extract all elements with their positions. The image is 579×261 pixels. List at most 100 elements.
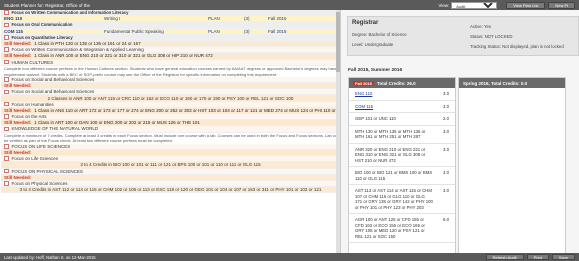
still-needed-text[interactable]: 1 Class in ART 100 or DAN 100 or ENG 200…	[34, 120, 200, 125]
course-status: PLAN	[208, 28, 220, 34]
plan-panel: Registrar Degree: Bachelor of Science Le…	[341, 10, 579, 261]
requirement-text: Focus on Social and Behavioral Sciences	[11, 89, 95, 95]
planned-course-name: GEP 101 or UNC 110	[355, 116, 396, 121]
still-needed-label: Still Needed:	[4, 174, 32, 180]
checkbox-icon	[4, 22, 9, 28]
requirement-text: Complete four different course prefixes …	[4, 65, 340, 71]
requirement-text: Focus on Written Communication and Infor…	[11, 10, 129, 16]
term-badge: Fall 2015	[353, 80, 374, 86]
course-code[interactable]: ENG 110	[4, 16, 104, 21]
requirement-heading: 3 to 4 Credits in AST 112 or 114 or 115 …	[1, 187, 340, 194]
requirement-text: Focus on the Arts	[11, 114, 47, 120]
term-title: Spring 2016, Total Credits: 0.0	[463, 80, 528, 86]
requirement-text: FOCUS ON LIFE SCIENCES	[11, 143, 71, 149]
level-text: Level: Undergraduate	[352, 42, 394, 47]
checkbox-icon	[4, 47, 9, 52]
checkbox-icon	[4, 89, 9, 95]
status-text: Status: NOT LOCKED	[470, 34, 513, 39]
course-credits: (3)	[244, 28, 250, 34]
planned-course-name: AGR 100 or ANT 125 or CFD 155 or CFD 163…	[355, 217, 425, 239]
planned-course-credits: 3.0	[443, 170, 449, 175]
new-plan-button[interactable]: New Pl	[548, 1, 575, 9]
planned-course-item[interactable]: ANR 320 or ENG 210 or ENG 221 or ENG 310…	[349, 144, 455, 167]
course-term: Fall 2015	[268, 28, 287, 34]
requirement-text: Focus on Written Communication & Integra…	[11, 47, 144, 53]
requirement-text: KNOWLEDGE OF THE NATURAL WORLD	[11, 126, 99, 132]
term-spring-2016: Spring 2016, Total Credits: 0.0	[458, 77, 566, 261]
still-needed-text[interactable]: 1 Class in ANS 110 or ART 172 or 173 or …	[34, 108, 340, 113]
registrar-info-box: Registrar Degree: Bachelor of Science Le…	[347, 16, 579, 56]
planned-course-name: MTH 130 or MTH 135 or MTH 136 or MTH 161…	[355, 128, 426, 140]
requirement-text: Focus on Quantitative Literacy	[11, 34, 73, 40]
term-title: Total Credits: 26.0	[376, 80, 416, 86]
term-header[interactable]: Spring 2016, Total Credits: 0.0	[459, 78, 565, 88]
checkbox-icon	[4, 126, 9, 132]
view-plan-list-button[interactable]: View Plan List	[506, 1, 546, 9]
still-needed-label: Still Needed:	[4, 107, 32, 113]
planned-course-credits: 6.0	[443, 217, 449, 222]
planned-course-item[interactable]: ENG 110 3.0	[349, 88, 455, 101]
requirement-text: Focus on Humanities	[11, 101, 54, 107]
planned-course-item[interactable]: MTH 130 or MTH 135 or MTH 136 or MTH 161…	[349, 126, 455, 144]
checkbox-icon	[4, 168, 9, 174]
planned-course-name[interactable]: COM 115	[355, 104, 433, 110]
view-select[interactable]: Audit	[451, 1, 498, 9]
planned-course-credits: 3.0	[443, 146, 449, 152]
semester-range-heading: Fall 2015, Summer 2016	[348, 68, 403, 73]
requirement-text: HUMAN CULTURES	[11, 59, 54, 65]
planned-course-item[interactable]: COM 115 3.0	[349, 101, 455, 113]
still-needed-label: Still Needed:	[4, 41, 32, 47]
planned-course-item[interactable]: AST 113 or AST 114 or AST 115 or CHM 107…	[349, 185, 455, 214]
still-needed-label: Still Needed:	[4, 83, 32, 89]
planned-course-name: BIO 100 or BIO 121 or BMS 100 or BMS 110…	[355, 170, 433, 181]
still-needed-label: Still Needed:	[4, 150, 32, 156]
planned-course-credits: 3.0	[443, 103, 449, 109]
requirement-note: Complete a minimum of 7 credits. Complet…	[1, 132, 340, 139]
checkbox-icon	[4, 10, 9, 15]
requirement-text[interactable]: 3 to 4 Credits in BIO 100 or 101 or 111 …	[80, 162, 260, 167]
left-panel-scrollbar[interactable]	[336, 10, 340, 253]
print-button[interactable]: Print	[526, 254, 549, 260]
requirement-text: Focus on Oral Communication	[11, 22, 73, 28]
course-credits: (3)	[244, 16, 250, 22]
checkbox-icon	[4, 181, 9, 186]
checkbox-icon	[4, 101, 9, 107]
checkbox-icon	[4, 59, 9, 65]
still-needed-label: Still Needed:	[4, 120, 32, 126]
requirement-text: FOCUS ON PHYSICAL SCIENCES	[11, 168, 83, 174]
planned-course-name: ANR 320 or ENG 210 or ENG 221 or ENG 310…	[355, 146, 426, 163]
checkbox-icon	[4, 144, 9, 149]
requirement-text: requirement waived. Students with a BEC …	[4, 71, 278, 77]
top-toolbar: Student Planner for: Registrar, Office o…	[0, 0, 579, 10]
still-needed-text[interactable]: 1 Class in ANR 100 or ENG 210 or 221 or …	[34, 53, 213, 58]
requirement-text: be verified as part of the Focus check. …	[4, 138, 173, 144]
requirement-text[interactable]: 3 to 4 Credits in AST 112 or 114 or 115 …	[20, 187, 322, 192]
requirement-text: Focus on Social and Behavioral Sciences	[11, 76, 95, 82]
last-updated-text: Last updated by: Hoff, Nathan S. on 12-M…	[4, 254, 96, 260]
requirement-text[interactable]: 2 Classes in ANR 100 or ANT 115 or CRC 1…	[48, 96, 294, 101]
planned-course-credits: 3.0	[443, 128, 449, 134]
planned-course-credits: 3.0	[443, 188, 449, 193]
view-label: View:	[438, 2, 450, 8]
planned-course-name[interactable]: ENG 110	[355, 91, 433, 97]
refresh-audit-button[interactable]: Refresh Audit	[485, 254, 524, 260]
bottom-status-bar: Last updated by: Hoff, Nathan S. on 12-M…	[0, 253, 579, 261]
degree-text: Degree: Bachelor of Science	[352, 32, 407, 37]
course-code[interactable]: COM 115	[4, 29, 104, 34]
planned-course-item[interactable]: BIO 100 or BIO 121 or BMS 100 or BMS 110…	[349, 167, 455, 185]
checkbox-icon	[4, 156, 9, 161]
requirement-text: Complete a minimum of 7 credits. Complet…	[4, 132, 340, 138]
term-header[interactable]: Fall 2015 Total Credits: 26.0	[349, 78, 455, 88]
planned-course-item[interactable]: GEP 101 or UNC 110 2.0	[349, 113, 455, 126]
registrar-heading: Registrar	[352, 20, 379, 26]
planner-title: Student Planner for: Registrar, Office o…	[4, 2, 90, 8]
course-term: Fall 2015	[268, 16, 287, 22]
still-needed-text[interactable]: 1 Class in PTH 130 or 135 or 136 or 161 …	[34, 41, 140, 46]
checkbox-icon	[4, 114, 9, 119]
scrollbar-thumb[interactable]	[336, 12, 340, 72]
planned-course-credits: 2.0	[443, 116, 449, 121]
save-button[interactable]: Save	[551, 254, 575, 260]
planned-course-item[interactable]: AGR 100 or ANT 125 or CFD 155 or CFD 163…	[349, 214, 455, 243]
tracking-text: Tracking Status: Not displayed, plan is …	[470, 44, 564, 49]
course-status: PLAN	[208, 16, 220, 22]
